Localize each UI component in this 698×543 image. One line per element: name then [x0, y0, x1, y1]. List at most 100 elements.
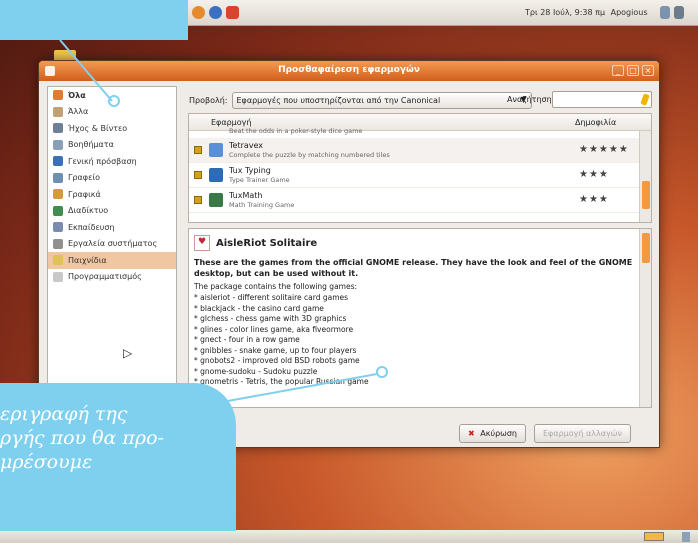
callout-line: μρέσουμε [0, 451, 93, 473]
sidebar-item-label: Όλα [68, 90, 86, 100]
app-description: Beat the odds in a poker-style dice game [229, 127, 363, 135]
callout-top [0, 0, 188, 40]
cancel-label: Ακύρωση [480, 429, 517, 438]
panel-clock[interactable]: Τρι 28 Ιούλ, 9:38 πμ Apogious [525, 8, 648, 17]
popularity-stars: ★★★ [579, 194, 609, 205]
game-list-item: * gnibbles - snake game, up to four play… [194, 345, 357, 355]
app-row[interactable]: TuxMath Math Training Game ★★★ [189, 188, 651, 213]
game-list-item: * gnect - four in a row game [194, 335, 300, 344]
apply-label: Εφαρμογή αλλαγών [542, 429, 622, 438]
sidebar-item-label: Εργαλεία συστήματος [68, 239, 158, 249]
game-list-item: * glines - color lines game, aka fiveorm… [194, 324, 354, 334]
sidebar-item[interactable]: Όλα [48, 87, 176, 104]
description-package-line: The package contains the following games… [194, 282, 358, 291]
column-popularity[interactable]: Δημοφιλία [575, 118, 616, 127]
sidebar-item[interactable]: Γραφικά [48, 186, 176, 203]
view-filter-row: Προβολή: Εφαρμογές που υποστηρίζονται απ… [189, 91, 532, 109]
category-sidebar: Όλα Άλλα Ήχος & Βίντεο Βοηθήματα Γενική πρόσ… [47, 86, 177, 416]
firefox-icon[interactable] [209, 6, 222, 19]
application-list: Εφαρμογή Δημοφιλία Beat the odds in a po… [188, 113, 652, 223]
maximize-button[interactable]: □ [627, 65, 639, 76]
view-filter-value: Εφαρμογές που υποστηρίζονται από την Can… [236, 95, 441, 105]
description-scroll-thumb[interactable] [642, 233, 650, 263]
volume-icon[interactable] [674, 6, 684, 19]
callout-line: ργής που θα προ- [0, 427, 164, 449]
sidebar-item[interactable]: Γενική πρόσβαση [48, 153, 176, 170]
install-checkbox[interactable] [194, 146, 202, 154]
minimize-button[interactable]: _ [612, 65, 624, 76]
column-application[interactable]: Εφαρμογή [211, 118, 251, 127]
internet-icon [53, 205, 63, 216]
help-icon[interactable] [226, 6, 239, 19]
trash-icon[interactable] [682, 532, 690, 542]
system-tray [660, 6, 684, 19]
graphics-icon [53, 189, 63, 200]
accessories-icon [53, 139, 63, 150]
all-icon [53, 90, 63, 101]
description-title-text: AisleRiot Solitaire [216, 237, 318, 249]
ubuntu-menu-icon[interactable] [192, 6, 205, 19]
callout-line: εριγραφή της [0, 403, 128, 425]
description-scrollbar[interactable] [639, 229, 651, 407]
apply-changes-button[interactable]: Εφαρμογή αλλαγών [533, 424, 631, 443]
close-button[interactable]: × [642, 65, 654, 76]
sidebar-item[interactable]: Βοηθήματα [48, 137, 176, 154]
programming-icon [53, 271, 63, 282]
app-row[interactable]: Tux Typing Type Trainer Game ★★★ [189, 163, 651, 188]
clear-search-icon[interactable] [640, 93, 650, 106]
sidebar-item[interactable]: Διαδίκτυο [48, 203, 176, 220]
sidebar-item-label: Άλλα [68, 107, 89, 117]
tux-typing-icon [209, 168, 223, 182]
list-scroll-thumb[interactable] [642, 181, 650, 209]
search-input[interactable] [552, 91, 652, 108]
bottom-panel [0, 530, 698, 543]
list-scrollbar[interactable] [639, 131, 651, 222]
sidebar-item[interactable]: Γραφείο [48, 170, 176, 187]
app-row[interactable]: Tetravex Complete the puzzle by matching … [189, 138, 651, 163]
game-list-item: * aisleriot - different solitaire card g… [194, 293, 349, 302]
tetravex-icon [209, 143, 223, 157]
tuxmath-icon [209, 193, 223, 207]
cancel-icon: ✖ [468, 429, 475, 438]
install-checkbox[interactable] [194, 196, 202, 204]
sidebar-item-label: Ήχος & Βίντεο [68, 123, 128, 133]
other-icon [53, 106, 63, 117]
title-bar[interactable]: Προσθαφαίρεση εφαρμογών _ □ × [39, 61, 659, 81]
sidebar-item[interactable]: Εκπαίδευση [48, 219, 176, 236]
sidebar-item[interactable]: Εργαλεία συστήματος [48, 236, 176, 253]
network-icon[interactable] [660, 6, 670, 19]
clock-text: Τρι 28 Ιούλ, 9:38 πμ [525, 8, 606, 17]
game-list: * aisleriot - different solitaire card g… [194, 293, 633, 388]
game-list-item: * glchess - chess game with 3D graphics [194, 314, 347, 323]
app-name: Tetravex [229, 141, 264, 150]
description-panel: AisleRiot Solitaire These are the games … [188, 228, 652, 408]
game-list-item: * gnobots2 - improved old BSD robots gam… [194, 356, 360, 365]
app-description: Type Trainer Game [229, 176, 290, 184]
sidebar-item-label: Διαδίκτυο [68, 206, 109, 216]
dialog-buttons: ✖ Ακύρωση Εφαρμογή αλλαγών [459, 424, 631, 443]
sidebar-item[interactable]: Παιχνίδια [48, 252, 176, 269]
sidebar-item-label: Προγραμματισμός [68, 272, 142, 282]
workspace-switcher[interactable] [644, 532, 664, 541]
office-icon [53, 172, 63, 183]
view-filter-select[interactable]: Εφαρμογές που υποστηρίζονται από την Can… [231, 91, 532, 109]
callout-text: εριγραφή της ργής που θα προ- μρέσουμε [0, 402, 226, 474]
user-name[interactable]: Apogious [611, 8, 648, 17]
accessibility-icon [53, 156, 63, 167]
sidebar-item-label: Γραφικά [68, 189, 101, 199]
view-label: Προβολή: [189, 95, 228, 105]
app-description: Math Training Game [229, 201, 295, 209]
sidebar-item-label: Γενική πρόσβαση [68, 156, 137, 166]
mouse-pointer-icon: ▷ [123, 346, 133, 360]
sidebar-item[interactable]: Ήχος & Βίντεο [48, 120, 176, 137]
sidebar-item[interactable]: Προγραμματισμός [48, 269, 176, 286]
description-intro: These are the games from the official GN… [194, 258, 633, 278]
sidebar-item-label: Γραφείο [68, 173, 101, 183]
install-checkbox[interactable] [194, 171, 202, 179]
popularity-stars: ★★★ [579, 169, 609, 180]
sidebar-item[interactable]: Άλλα [48, 104, 176, 121]
game-list-item: * gnometris - Tetris, the popular Russia… [194, 377, 369, 386]
app-name: TuxMath [229, 191, 263, 200]
cancel-button[interactable]: ✖ Ακύρωση [459, 424, 526, 443]
panel-launchers [192, 6, 239, 19]
